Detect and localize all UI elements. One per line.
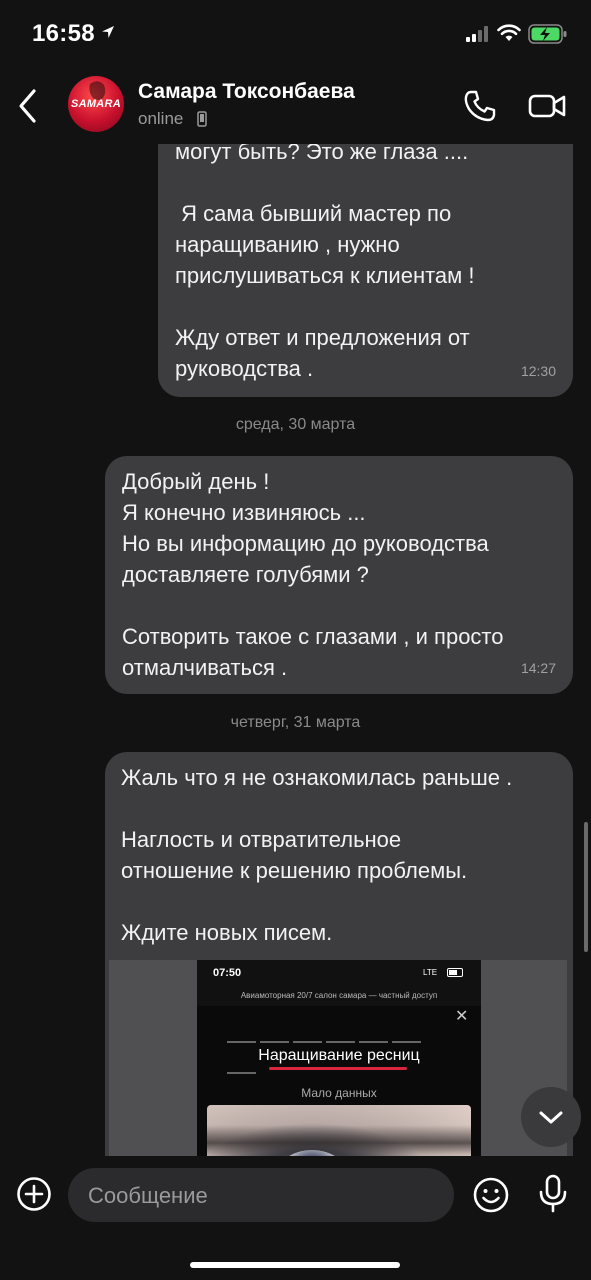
message-line: Ждите новых писем. (121, 920, 333, 945)
back-chevron-icon[interactable] (14, 86, 42, 126)
eye-lashes-photo (207, 1105, 471, 1156)
message-line: прислушиваться к клиентам ! (175, 263, 475, 288)
message-list[interactable]: могут быть? Это же глаза .... Я сама быв… (0, 144, 591, 1156)
signal-icon (466, 26, 490, 47)
message-time: 14:27 (520, 660, 556, 676)
message-line: отношение к решению проблемы. (121, 858, 468, 883)
message-line: Жаль что я не ознакомилась раньше . (121, 765, 513, 790)
message-bubble[interactable]: могут быть? Это же глаза .... Я сама быв… (158, 144, 573, 397)
message-line (121, 793, 555, 824)
message-line: Сотворить такое с глазами , и просто (122, 624, 504, 649)
home-indicator[interactable] (190, 1262, 400, 1268)
story-progress (227, 1020, 449, 1074)
message-line: руководства . (175, 356, 314, 381)
message-line (122, 590, 555, 621)
scrollbar[interactable] (584, 822, 588, 952)
message-line (175, 167, 555, 198)
message-line (175, 291, 555, 322)
message-line: Я конечно извиняюсь ... (122, 500, 366, 525)
scroll-down-button[interactable] (521, 1087, 581, 1147)
message-line: Жду ответ и предложения от (175, 325, 470, 350)
message-line: Я сама бывший мастер по (175, 201, 452, 226)
microphone-icon[interactable] (538, 1174, 568, 1219)
message-line: наращиванию , нужно (175, 232, 400, 257)
phone-icon[interactable] (462, 88, 498, 129)
chevron-down-icon (539, 1111, 563, 1124)
battery-charging-icon (528, 24, 568, 49)
message-field[interactable] (68, 1168, 454, 1222)
location-arrow-icon (100, 24, 116, 45)
attachment-battery-icon (447, 968, 463, 977)
avatar-brand-text: SAMARA (70, 98, 122, 110)
wifi-icon (497, 24, 521, 47)
message-line: Добрый день ! (122, 469, 270, 494)
plus-circle-icon[interactable] (16, 1176, 52, 1217)
message-line: Наглость и отвратительное (121, 827, 402, 852)
attachment-story: ✕ Наращивание ресниц Мало данных (197, 1006, 481, 1156)
contact-status: online (138, 109, 184, 128)
close-icon: ✕ (455, 1008, 469, 1025)
contact-name[interactable]: Самара Токсонбаева (138, 80, 355, 104)
video-camera-icon[interactable] (528, 92, 568, 125)
message-bubble[interactable]: Добрый день ! Я конечно извиняюсь ... Но… (105, 456, 573, 694)
message-line: могут быть? Это же глаза .... (175, 144, 469, 164)
message-line: отмалчиваться . (122, 655, 288, 680)
message-line: Но вы информацию до руководства (122, 531, 489, 556)
attachment-network: LTE (423, 968, 438, 977)
message-bubble[interactable]: Жаль что я не ознакомилась раньше . Нагл… (105, 752, 573, 1156)
emoji-icon[interactable] (472, 1176, 510, 1219)
date-separator: четверг, 31 марта (230, 714, 361, 731)
attachment-screenshot[interactable]: 07:50 LTE Авиамоторная 20/7 салон самара… (109, 960, 567, 1156)
status-bar: 16:58 (0, 0, 591, 70)
message-input[interactable] (86, 1178, 440, 1214)
message-line (121, 886, 555, 917)
mobile-device-icon (197, 111, 207, 132)
message-line: доставляете голубями ? (122, 562, 369, 587)
attachment-status-bar: 07:50 LTE (197, 960, 481, 986)
attachment-time: 07:50 (213, 967, 242, 979)
status-time: 16:58 (32, 20, 95, 47)
attachment-underline (269, 1067, 407, 1070)
attachment-url: Авиамоторная 20/7 салон самара — частный… (197, 986, 481, 1006)
chat-header: SAMARA Самара Токсонбаева online (0, 70, 591, 144)
date-separator: среда, 30 марта (235, 416, 356, 433)
avatar[interactable]: SAMARA (68, 76, 124, 132)
attachment-phone-screen: 07:50 LTE Авиамоторная 20/7 салон самара… (197, 960, 481, 1156)
message-time: 12:30 (520, 363, 556, 379)
